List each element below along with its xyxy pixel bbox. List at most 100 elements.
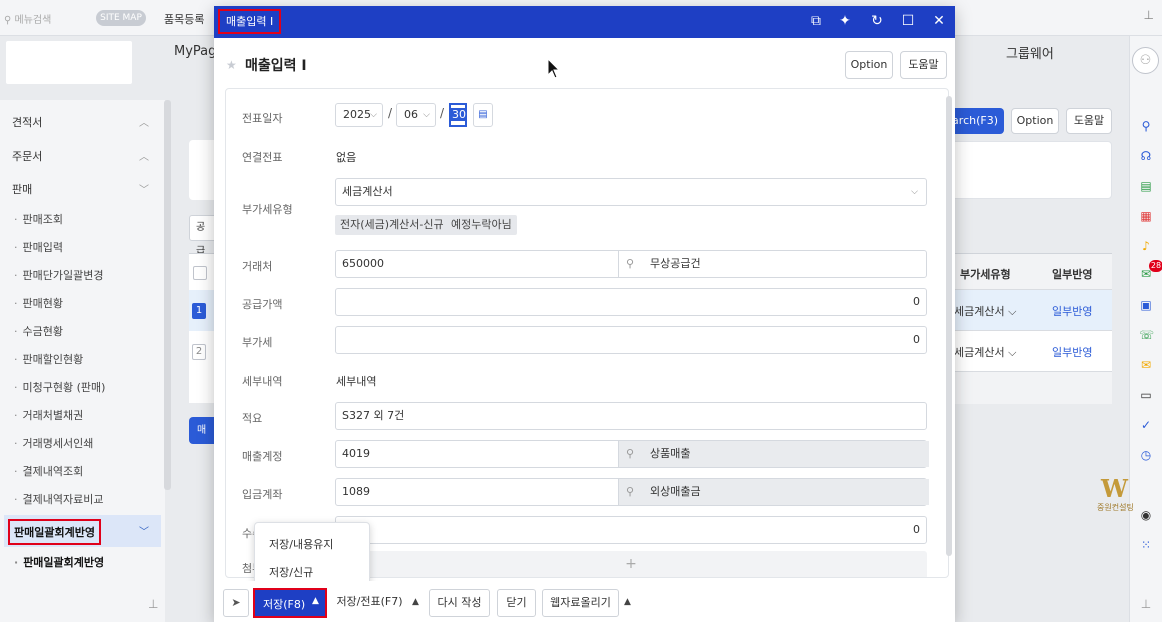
vat-type-select[interactable]: 세금계산서 ⌵ bbox=[954, 344, 1016, 360]
check-icon[interactable]: ✓ bbox=[1139, 418, 1153, 432]
save-button[interactable]: 저장(F8) ▲ bbox=[253, 588, 327, 618]
summary-input[interactable]: S327 외 7건 bbox=[335, 402, 927, 430]
sidebar-item-batch-accounting[interactable]: 판매일괄회계반영 ﹀ bbox=[4, 515, 161, 547]
maximize-icon[interactable]: ☐ bbox=[899, 12, 917, 30]
option-button[interactable]: Option bbox=[845, 51, 893, 79]
search-icon[interactable]: ⚲ bbox=[1139, 119, 1153, 133]
vat-type-select[interactable]: 세금계산서 ⌵ bbox=[335, 178, 927, 206]
option-button[interactable]: Option bbox=[1011, 108, 1059, 134]
item-register-menu[interactable]: 품목등록 bbox=[164, 11, 204, 27]
pin-icon[interactable]: ⊥ bbox=[148, 597, 158, 611]
calendar-icon[interactable]: ▦ bbox=[1139, 209, 1153, 223]
sidebar-sub-item[interactable]: 미청구현황 (판매) bbox=[14, 379, 106, 395]
search-icon[interactable]: ⚲ bbox=[626, 479, 634, 505]
table-row[interactable]: 세금계산서 ⌵ 일부반영 bbox=[944, 290, 1112, 331]
clock-icon[interactable]: ◷ bbox=[1139, 448, 1153, 462]
add-attachment-button[interactable]: + bbox=[335, 551, 927, 577]
chevron-down-icon[interactable]: ﹀ bbox=[139, 181, 149, 196]
year-select[interactable]: 2025 ⌵ bbox=[335, 103, 383, 127]
tax-detail-link[interactable]: 세부내역 bbox=[336, 373, 376, 389]
rewrite-button[interactable]: 다시 작성 bbox=[429, 589, 490, 617]
partial-link[interactable]: 일부반영 bbox=[1052, 303, 1092, 319]
customer-code-input[interactable]: 650000 ⚲ 무상공급건 bbox=[335, 250, 927, 278]
sidebar-sub-item[interactable]: 거래처별채권 bbox=[14, 407, 84, 423]
send-icon[interactable]: ➤ bbox=[223, 589, 249, 617]
avatar[interactable]: ⚇ bbox=[1132, 47, 1159, 74]
pin-icon[interactable]: ✦ bbox=[836, 12, 854, 30]
pin-icon[interactable]: ⊥ bbox=[1139, 597, 1153, 611]
phone-icon[interactable]: ☏ bbox=[1139, 328, 1154, 342]
supply-amount-input[interactable]: 0 bbox=[335, 288, 927, 316]
sidebar-sub-item[interactable]: 결제내역조회 bbox=[14, 463, 84, 479]
bg-tab[interactable]: 공급 bbox=[189, 215, 215, 257]
bg-table: 부가세유형 일부반영 세금계산서 ⌵ 일부반영 세금계산서 ⌵ 일부반영 bbox=[944, 253, 1112, 404]
pin-icon[interactable]: ⊥ bbox=[1144, 8, 1154, 22]
menu-item-save-keep[interactable]: 저장/내용유지 bbox=[269, 536, 333, 552]
calendar-icon[interactable]: ▤ bbox=[473, 103, 493, 127]
sidebar-sub-item[interactable]: 거래명세서인쇄 bbox=[14, 435, 94, 451]
menu-search-input[interactable]: ⚲ 메뉴검색 bbox=[4, 11, 51, 26]
search-icon[interactable]: ⚲ bbox=[626, 441, 634, 467]
row-number[interactable]: 1 bbox=[192, 303, 206, 319]
close-button[interactable]: 닫기 bbox=[497, 589, 536, 617]
vat-amount-input[interactable]: 0 bbox=[335, 326, 927, 354]
sidebar-sub-item[interactable]: 판매조회 bbox=[14, 211, 63, 227]
headset-icon[interactable]: ☊ bbox=[1139, 149, 1153, 163]
menu-item-save-new[interactable]: 저장/신규 bbox=[269, 564, 313, 580]
groupware-link[interactable]: 그룹웨어 bbox=[1006, 43, 1054, 62]
day-input[interactable]: 30 bbox=[449, 103, 467, 127]
deposit-account-input[interactable]: 1089 ⚲ 외상매출금 bbox=[335, 478, 929, 506]
help-button[interactable]: 도움말 bbox=[900, 51, 947, 79]
apps-grid-icon[interactable]: ⁙ bbox=[1139, 538, 1153, 552]
refresh-icon[interactable]: ↻ bbox=[868, 12, 886, 30]
watermark-text: 중원컨설팅 bbox=[1097, 503, 1134, 512]
vat-type-value: 세금계산서 bbox=[954, 305, 1005, 318]
vat-type-value: 세금계산서 bbox=[954, 346, 1005, 359]
customer-label: 거래처 bbox=[242, 260, 273, 273]
form-scrollbar[interactable] bbox=[946, 96, 952, 556]
bell-icon[interactable]: ♪ bbox=[1139, 239, 1153, 253]
sidebar-item-order[interactable]: 주문서 bbox=[12, 148, 42, 164]
sales-account-input[interactable]: 4019 ⚲ 상품매출 bbox=[335, 440, 929, 468]
popout-icon[interactable]: ⧉ bbox=[807, 12, 825, 30]
add-document-icon[interactable]: ▤ bbox=[1139, 179, 1153, 193]
bg-action-button[interactable]: 매 bbox=[189, 417, 215, 444]
sidebar-item-estimate[interactable]: 견적서 bbox=[12, 114, 42, 130]
chevron-up-icon[interactable]: ︿ bbox=[139, 148, 149, 163]
chevron-up-icon[interactable]: ︿ bbox=[139, 114, 149, 129]
column-header: 일부반영 bbox=[1052, 268, 1093, 281]
close-icon[interactable]: ✕ bbox=[930, 12, 948, 30]
sidebar-sub-item[interactable]: 판매현황 bbox=[14, 295, 63, 311]
modal-header: ★ 매출입력 I Option 도움말 bbox=[214, 38, 955, 90]
mail-icon[interactable]: ✉ bbox=[1139, 358, 1153, 372]
row-number[interactable]: 2 bbox=[192, 344, 206, 360]
caret-up-icon[interactable]: ▲ bbox=[408, 589, 423, 617]
save-slip-button[interactable]: 저장/전표(F7) bbox=[332, 589, 407, 617]
sitemap-button[interactable]: SITE MAP bbox=[96, 10, 146, 26]
sidebar-sub-item[interactable]: 결제내역자료비교 bbox=[14, 491, 104, 507]
web-upload-button[interactable]: 웹자료올리기 bbox=[542, 589, 619, 617]
year-value: 2025 bbox=[343, 108, 371, 121]
table-row[interactable]: 세금계산서 ⌵ 일부반영 bbox=[944, 331, 1112, 372]
caret-up-icon[interactable]: ▲ bbox=[620, 589, 635, 617]
sidebar-sub-item[interactable]: 수금현황 bbox=[14, 323, 63, 339]
sidebar-sub-item[interactable]: 판매입력 bbox=[14, 239, 63, 255]
star-icon[interactable]: ★ bbox=[226, 58, 237, 72]
sidebar-item-sales[interactable]: 판매 bbox=[12, 181, 32, 197]
help-button[interactable]: 도움말 bbox=[1066, 108, 1112, 134]
search-icon[interactable]: ⚲ bbox=[626, 251, 634, 277]
sidebar-sub-item[interactable]: 판매단가일괄변경 bbox=[14, 267, 104, 283]
vat-type-select[interactable]: 세금계산서 ⌵ bbox=[954, 303, 1016, 319]
select-all-checkbox[interactable] bbox=[193, 266, 207, 280]
sidebar-sub-item-active[interactable]: 판매일괄회계반영 bbox=[14, 554, 104, 570]
sidebar-sub-item[interactable]: 판매할인현황 bbox=[14, 351, 84, 367]
divider bbox=[618, 441, 619, 467]
partial-link[interactable]: 일부반영 bbox=[1052, 344, 1092, 360]
fee-input[interactable]: 0 bbox=[335, 516, 927, 544]
chat-icon[interactable]: ▣ bbox=[1139, 298, 1153, 312]
chevron-down-icon[interactable]: ﹀ bbox=[139, 523, 149, 538]
device-icon[interactable]: ▭ bbox=[1139, 388, 1153, 402]
month-select[interactable]: 06 ⌵ bbox=[396, 103, 436, 127]
caret-up-icon[interactable]: ▲ bbox=[312, 596, 319, 606]
sidebar-scrollbar[interactable] bbox=[164, 100, 171, 490]
